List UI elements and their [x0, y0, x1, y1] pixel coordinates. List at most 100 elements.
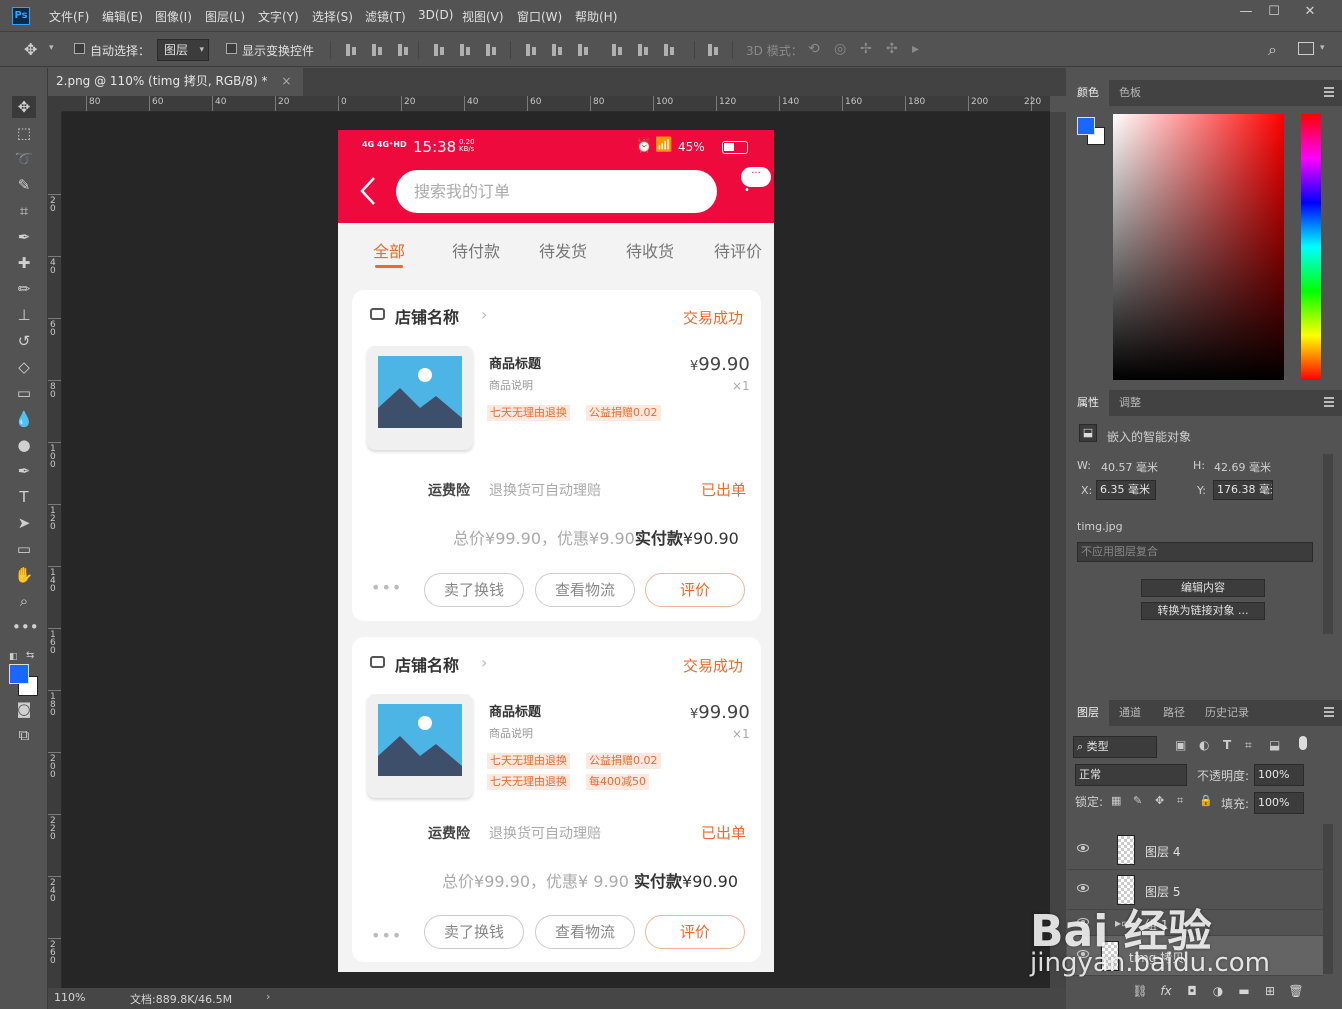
minimize-button[interactable]: — — [1236, 4, 1256, 20]
ruler-corner[interactable] — [48, 96, 62, 112]
search-icon[interactable]: ⌕ — [1268, 40, 1277, 60]
dodge-tool-icon[interactable]: ● — [12, 434, 36, 456]
width-value[interactable]: 40.57 毫米 — [1101, 459, 1158, 475]
layer-row[interactable]: 图层 4 — [1067, 830, 1323, 870]
show-transform-checkbox[interactable] — [226, 43, 237, 54]
quick-mask-icon[interactable]: ◙ — [12, 698, 36, 720]
menu-edit[interactable]: 编辑(E) — [102, 8, 143, 25]
move-tool-icon[interactable]: ✥ — [24, 40, 37, 59]
distribute-hcenter-icon[interactable] — [636, 43, 650, 57]
distribute-left-icon[interactable] — [610, 43, 624, 57]
lasso-tool-icon[interactable]: ➰ — [12, 148, 36, 170]
fill-input[interactable]: 100% — [1254, 792, 1304, 814]
vertical-ruler[interactable]: 2 0 4 0 6 0 8 0 1 0 0 1 2 0 1 4 0 1 6 0 … — [48, 112, 62, 988]
lock-transparency-icon[interactable]: ▦ — [1111, 794, 1121, 807]
align-left-icon[interactable] — [432, 43, 446, 57]
align-top-icon[interactable] — [344, 43, 358, 57]
gradient-tool-icon[interactable]: ▭ — [12, 382, 36, 404]
tab-paths[interactable]: 路径 — [1153, 700, 1195, 726]
screen-mode-icon[interactable]: ⧉ — [12, 724, 36, 746]
add-mask-icon[interactable]: ◘ — [1183, 984, 1201, 1000]
new-layer-icon[interactable]: ⊞ — [1261, 984, 1279, 1000]
layer-comp-select[interactable]: 不应用图层复合 — [1077, 542, 1313, 562]
tab-adjustments[interactable]: 调整 — [1109, 390, 1151, 416]
move-tool-icon[interactable]: ✥ — [12, 96, 36, 118]
healing-tool-icon[interactable]: ✚ — [12, 252, 36, 274]
tab-swatches[interactable]: 色板 — [1109, 80, 1151, 106]
menu-filter[interactable]: 滤镜(T) — [365, 8, 406, 25]
menu-type[interactable]: 文字(Y) — [258, 8, 299, 25]
scale-3d-icon[interactable]: ▸ — [912, 41, 919, 57]
back-arrow-icon[interactable] — [360, 176, 376, 206]
align-right-icon[interactable] — [484, 43, 498, 57]
convert-to-linked-button[interactable]: 转换为链接对象 ... — [1141, 602, 1265, 620]
lock-artboard-icon[interactable]: ⌗ — [1177, 794, 1183, 808]
track-shipment-button[interactable]: 查看物流 — [535, 573, 635, 607]
filter-shape-icon[interactable]: ⌗ — [1245, 738, 1252, 753]
menu-window[interactable]: 窗口(W) — [517, 8, 562, 25]
fx-icon[interactable]: fx — [1157, 984, 1175, 1000]
sell-button[interactable]: 卖了换钱 — [424, 573, 524, 607]
quick-select-tool-icon[interactable]: ✎ — [12, 174, 36, 196]
order-card[interactable]: 店铺名称 › 交易成功 商品标题 商品说明 七天无理由退换 公益捐赠0.02 七… — [352, 637, 761, 962]
default-colors-icon[interactable]: ◧ — [9, 652, 18, 662]
slide-3d-icon[interactable]: ✣ — [886, 41, 898, 57]
tab-properties[interactable]: 属性 — [1067, 390, 1109, 416]
menu-view[interactable]: 视图(V) — [462, 8, 504, 25]
menu-3d[interactable]: 3D(D) — [418, 8, 453, 22]
rectangle-tool-icon[interactable]: ▭ — [12, 538, 36, 560]
tab-pending-receipt[interactable]: 待收货 — [626, 238, 674, 262]
auto-select-checkbox[interactable] — [74, 43, 85, 54]
opacity-input[interactable]: 100% — [1254, 764, 1304, 786]
auto-select-target-select[interactable]: 图层 ▾ — [157, 39, 209, 61]
tab-pending-payment[interactable]: 待付款 — [452, 238, 500, 262]
eye-icon[interactable] — [1077, 844, 1089, 852]
product-thumbnail[interactable] — [367, 346, 473, 450]
auto-align-icon[interactable] — [706, 43, 720, 57]
brush-tool-icon[interactable]: ✏ — [12, 278, 36, 300]
eyedropper-tool-icon[interactable]: ✒ — [12, 226, 36, 248]
pen-tool-icon[interactable]: ✒ — [12, 460, 36, 482]
product-title[interactable]: 商品标题 — [489, 353, 541, 372]
order-card[interactable]: 店铺名称 › 交易成功 商品标题 商品说明 七天无理由退换 公益捐赠0.02 ¥… — [352, 290, 761, 621]
chevron-down-icon[interactable]: ▾ — [49, 43, 54, 53]
zoom-tool-icon[interactable]: ⌕ — [12, 590, 36, 612]
roll-3d-icon[interactable]: ◎ — [834, 41, 846, 57]
trash-icon[interactable]: 🗑 — [1287, 984, 1305, 1000]
distribute-vcenter-icon[interactable] — [550, 43, 564, 57]
menu-help[interactable]: 帮助(H) — [575, 8, 617, 25]
align-vcenter-icon[interactable] — [370, 43, 384, 57]
color-picker-field[interactable] — [1113, 114, 1284, 380]
filter-type-icon[interactable]: T — [1223, 738, 1231, 752]
lock-pixels-icon[interactable]: ✎ — [1133, 794, 1142, 807]
maximize-button[interactable]: ☐ — [1264, 4, 1284, 20]
product-thumbnail[interactable] — [367, 694, 473, 798]
chevron-down-icon[interactable]: ▾ — [1320, 43, 1325, 53]
tab-history[interactable]: 历史记录 — [1195, 700, 1259, 726]
panel-menu-icon[interactable] — [1324, 397, 1334, 407]
store-name[interactable]: 店铺名称 — [395, 304, 459, 328]
filter-pixel-icon[interactable]: ▣ — [1175, 738, 1186, 752]
height-value[interactable]: 42.69 毫米 — [1214, 459, 1271, 475]
distribute-top-icon[interactable] — [524, 43, 538, 57]
more-actions-icon[interactable]: ••• — [371, 578, 402, 597]
swap-colors-icon[interactable]: ⇆ — [26, 650, 34, 661]
type-tool-icon[interactable]: T — [12, 486, 36, 508]
product-title[interactable]: 商品标题 — [489, 701, 541, 720]
close-window-button[interactable]: ✕ — [1300, 4, 1320, 20]
x-position-input[interactable]: 6.35 毫米 — [1096, 480, 1156, 500]
review-button[interactable]: 评价 — [645, 573, 745, 607]
filter-toggle-icon[interactable] — [1299, 736, 1307, 750]
layer-filter-select[interactable]: ⌕ 类型 — [1073, 736, 1157, 758]
layers-scrollbar[interactable] — [1323, 824, 1333, 974]
link-layers-icon[interactable]: ⛓ — [1131, 984, 1149, 1000]
marquee-tool-icon[interactable]: ⬚ — [12, 122, 36, 144]
tab-channels[interactable]: 通道 — [1109, 700, 1151, 726]
orbit-3d-icon[interactable]: ⟲ — [808, 41, 820, 57]
hand-tool-icon[interactable]: ✋ — [12, 564, 36, 586]
canvas-scrollbar[interactable] — [1050, 112, 1066, 988]
path-select-tool-icon[interactable]: ➤ — [12, 512, 36, 534]
eye-icon[interactable] — [1077, 884, 1089, 892]
filter-smart-object-icon[interactable]: ⬓ — [1269, 738, 1280, 752]
distribute-right-icon[interactable] — [662, 43, 676, 57]
